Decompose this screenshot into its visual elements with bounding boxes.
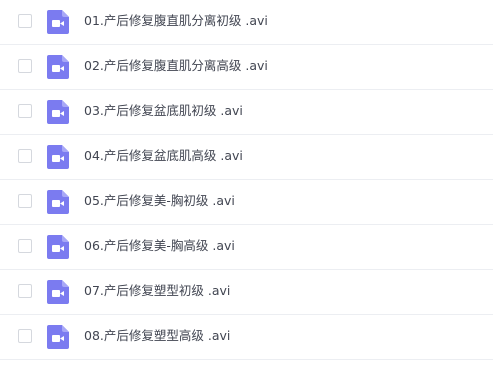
row-checkbox[interactable]: [18, 14, 32, 28]
file-row[interactable]: 07.产后修复塑型初级 .avi: [0, 270, 493, 315]
file-name[interactable]: 01.产后修复腹直肌分离初级 .avi: [84, 12, 268, 30]
row-checkbox[interactable]: [18, 329, 32, 343]
file-name[interactable]: 04.产后修复盆底肌高级 .avi: [84, 147, 243, 165]
file-name[interactable]: 05.产后修复美-胸初级 .avi: [84, 192, 235, 210]
video-file-icon: [47, 145, 69, 169]
video-file-icon: [47, 190, 69, 214]
file-name[interactable]: 07.产后修复塑型初级 .avi: [84, 282, 230, 300]
file-row[interactable]: 05.产后修复美-胸初级 .avi: [0, 180, 493, 225]
file-row[interactable]: 02.产后修复腹直肌分离高级 .avi: [0, 45, 493, 90]
video-file-icon: [47, 100, 69, 124]
row-checkbox[interactable]: [18, 59, 32, 73]
file-name[interactable]: 06.产后修复美-胸高级 .avi: [84, 237, 235, 255]
row-checkbox[interactable]: [18, 239, 32, 253]
video-file-icon: [47, 55, 69, 79]
file-row[interactable]: 01.产后修复腹直肌分离初级 .avi: [0, 0, 493, 45]
file-row[interactable]: 08.产后修复塑型高级 .avi: [0, 315, 493, 360]
row-checkbox[interactable]: [18, 194, 32, 208]
file-name[interactable]: 02.产后修复腹直肌分离高级 .avi: [84, 57, 268, 75]
row-checkbox[interactable]: [18, 149, 32, 163]
file-name[interactable]: 03.产后修复盆底肌初级 .avi: [84, 102, 243, 120]
file-row[interactable]: 04.产后修复盆底肌高级 .avi: [0, 135, 493, 180]
video-file-icon: [47, 280, 69, 304]
row-checkbox[interactable]: [18, 104, 32, 118]
file-row[interactable]: 06.产后修复美-胸高级 .avi: [0, 225, 493, 270]
file-list: 01.产后修复腹直肌分离初级 .avi 02.产后修复腹直肌分离高级 .avi …: [0, 0, 493, 368]
video-file-icon: [47, 10, 69, 34]
video-file-icon: [47, 325, 69, 349]
file-name[interactable]: 08.产后修复塑型高级 .avi: [84, 327, 230, 345]
row-checkbox[interactable]: [18, 284, 32, 298]
file-row[interactable]: 03.产后修复盆底肌初级 .avi: [0, 90, 493, 135]
video-file-icon: [47, 235, 69, 259]
